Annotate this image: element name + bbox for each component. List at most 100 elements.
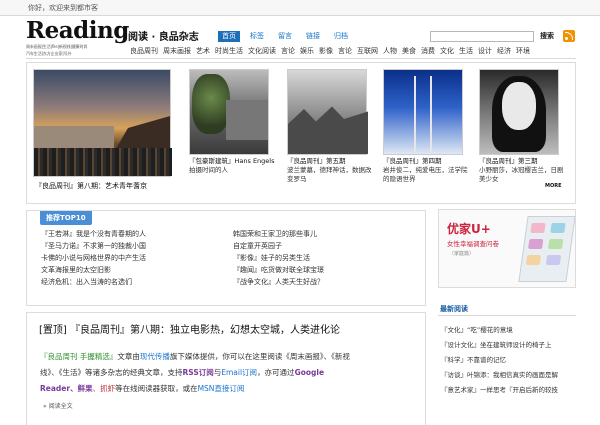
thumb-title[interactable]: 『良品周刊』第三期 [479, 157, 565, 166]
category-link[interactable]: 时尚生活 [215, 46, 243, 56]
header-divider [26, 58, 576, 59]
nav-links[interactable]: 链接 [302, 31, 324, 42]
article-text: 等在线阅读器获取，或在 [115, 384, 198, 393]
site-title: 阅读 · 良品杂志 [128, 32, 199, 43]
thumb-house [226, 100, 268, 140]
top10-item[interactable]: 自定童开英园子 [233, 240, 423, 252]
recent-divider [438, 315, 576, 316]
featured-gallery: 『良品周刊』第八期：艺术青年蓍京 『包豪斯建筑』Hans Engels 拍摄时间… [26, 62, 576, 204]
thumb-title[interactable]: 『良品周刊』第四期 [383, 157, 469, 166]
recent-item[interactable]: 『文化』“吃”樱花的意境 [441, 323, 581, 338]
feature-image-sea [34, 126, 114, 148]
category-link[interactable]: 言论 [338, 46, 352, 56]
category-link[interactable]: 周末画报 [163, 46, 191, 56]
nav-home[interactable]: 首页 [218, 31, 240, 42]
category-link[interactable]: 人物 [383, 46, 397, 56]
thumb-desc: 岩井俊二，纯爱电压，法学院的隐语世界 [383, 166, 468, 183]
rss-icon[interactable] [563, 30, 575, 42]
top10-list-right: 韩国荣和王家卫的那些事儿 自定童开英园子 『影像』娃子的另类生活 『趣闻』吃货做… [233, 228, 423, 288]
top-bar: 你好，欢迎来到都市客 [0, 0, 600, 16]
category-link[interactable]: 艺术 [196, 46, 210, 56]
category-link[interactable]: 良品周刊 [130, 46, 158, 56]
top10-item[interactable]: 『王若淋』我是个没有青春期的人 [41, 228, 231, 240]
nav-archive[interactable]: 归档 [330, 31, 352, 42]
category-link[interactable]: 文化 [440, 46, 454, 56]
thumb-caption: 『良品周刊』第五期 波兰蒙墓，德拜神话，数据改变罗马 [287, 157, 373, 184]
thumb-title[interactable]: 『包豪斯建筑』Hans Engels [189, 157, 275, 166]
feature-caption[interactable]: 『良品周刊』第八期：艺术青年蓍京 [35, 181, 147, 191]
welcome-text: 你好，欢迎来到都市客 [28, 4, 98, 12]
category-link[interactable]: 消费 [421, 46, 435, 56]
rss-subscribe-link[interactable]: RSS订阅 [183, 368, 214, 377]
ad-banner[interactable]: 优家U+ 女性幸福调查问卷 （家庭篇） [438, 209, 576, 288]
thumb-ruins [288, 106, 368, 154]
top10-panel: 推荐TOP10 『王若淋』我是个没有青春期的人 『圣马力诺』不求第一的独裁小国 … [26, 210, 426, 306]
search-button[interactable]: 搜索 [540, 31, 554, 41]
feature-image-city [34, 148, 172, 176]
top10-item[interactable]: 『圣马力诺』不求第一的独裁小国 [41, 240, 231, 252]
category-link[interactable]: 环境 [516, 46, 530, 56]
article-line: Reader、鲜果、抓虾等在线阅读器获取，或在MSN直接订阅 [40, 381, 420, 397]
top10-item[interactable]: 文革海报里的太空旧影 [41, 264, 231, 276]
category-link[interactable]: 美食 [402, 46, 416, 56]
recent-item[interactable]: 『访谈』叶锦添：我相信真实的画面是解 [441, 368, 581, 383]
category-link[interactable]: 娱乐 [300, 46, 314, 56]
thumb-caption: 『包豪斯建筑』Hans Engels 拍摄时间的人 [189, 157, 275, 175]
category-link[interactable]: 设计 [478, 46, 492, 56]
category-link[interactable]: 经济 [497, 46, 511, 56]
palette-swatch [525, 255, 542, 265]
top10-item[interactable]: 『趣闻』吃货做对联全球宝璟 [233, 264, 423, 276]
google-reader-link[interactable]: Reader [40, 384, 70, 393]
category-link[interactable]: 互联网 [357, 46, 378, 56]
thumb-desc: 波兰蒙墓，德拜神话，数据改变罗马 [287, 166, 372, 183]
article-body: 『良品周刊 手握精选』文章由现代传播旗下媒体提供，你可以在这里阅读《周末画报》、… [40, 349, 420, 397]
google-reader-link[interactable]: Google [295, 368, 325, 377]
category-link[interactable]: 文化阅读 [248, 46, 276, 56]
thumb-image-issue5[interactable] [287, 69, 368, 155]
top10-item[interactable]: 『影像』娃子的另类生活 [233, 252, 423, 264]
thumb-tower [414, 76, 432, 152]
category-link[interactable]: 影像 [319, 46, 333, 56]
thumb-image-issue4[interactable] [383, 69, 463, 155]
ad-brand: 优家U+ [447, 222, 491, 236]
ad-headline: 女性幸福调查问卷 [447, 240, 499, 248]
thumb-image-bauhaus[interactable] [189, 69, 269, 155]
recent-reading-title: 最新阅读 [440, 305, 468, 313]
top10-item[interactable]: 韩国荣和王家卫的那些事儿 [233, 228, 423, 240]
top10-title: 推荐TOP10 [40, 211, 92, 225]
article-link[interactable]: 现代传播 [140, 352, 170, 361]
top10-item[interactable]: 『战争文化』人类天生好战？ [233, 276, 423, 288]
top10-item[interactable]: 经济危机：出入当涛的名选们 [41, 276, 231, 288]
site-logo[interactable]: Reading [26, 19, 129, 43]
palette-swatch [545, 255, 562, 265]
email-subscribe-link[interactable]: Email订阅 [221, 368, 257, 377]
category-link[interactable]: 生活 [459, 46, 473, 56]
site-tagline-1: 周末画报|生活|file|新视线|健康时尚 [26, 44, 88, 49]
search-input[interactable] [430, 31, 534, 42]
article-text: 旗下媒体提供，你可以在这里阅读《周末画报》、《新视 [169, 352, 350, 361]
read-more-link[interactable]: » 阅读全文 [43, 401, 73, 410]
thumb-title[interactable]: 『良品周刊』第五期 [287, 157, 373, 166]
top10-item[interactable]: 卡佛的小说与网格世界的中产生活 [41, 252, 231, 264]
thumb-image-issue3[interactable] [479, 69, 559, 155]
recent-item[interactable]: 『科学』不靠谱的记忆 [441, 353, 581, 368]
article-line: 『良品周刊 手握精选』文章由现代传播旗下媒体提供，你可以在这里阅读《周末画报》、… [40, 349, 420, 365]
recent-item[interactable]: 『意艺术家』一样思考『开启后新的较技 [441, 383, 581, 398]
top10-list-left: 『王若淋』我是个没有青春期的人 『圣马力诺』不求第一的独裁小国 卡佛的小说与网格… [41, 228, 231, 288]
msn-subscribe-link[interactable]: MSN直接订阅 [198, 384, 245, 393]
zhuaxia-link[interactable]: 、抓虾 [93, 384, 116, 393]
recent-item[interactable]: 『设计文化』坐在建筑师设计的椅子上 [441, 338, 581, 353]
thumb-desc: 拍摄时间的人 [189, 166, 228, 174]
category-link[interactable]: 言论 [281, 46, 295, 56]
feature-image[interactable] [33, 69, 172, 177]
nav-tags[interactable]: 标签 [246, 31, 268, 42]
thumb-caption: 『良品周刊』第三期 小野丽莎，冰冠樱吉兰，日剧美少女 [479, 157, 565, 184]
article-text: ，亦可通过 [257, 368, 295, 377]
nav-guestbook[interactable]: 留言 [274, 31, 296, 42]
palette-swatch [528, 239, 544, 249]
more-button[interactable]: MORE [545, 183, 562, 189]
article-line: 线》、《生活》等诸多杂志的经典文章，支持RSS订阅与Email订阅，亦可通过Go… [40, 365, 420, 381]
article-title[interactable]: [置顶] 『良品周刊』第八期：独立电影热，幻想太空城，人类进化论 [39, 321, 340, 336]
article-highlight[interactable]: 『良品周刊 手握精选』 [40, 352, 117, 361]
xianguo-link[interactable]: 、鲜果 [70, 384, 93, 393]
